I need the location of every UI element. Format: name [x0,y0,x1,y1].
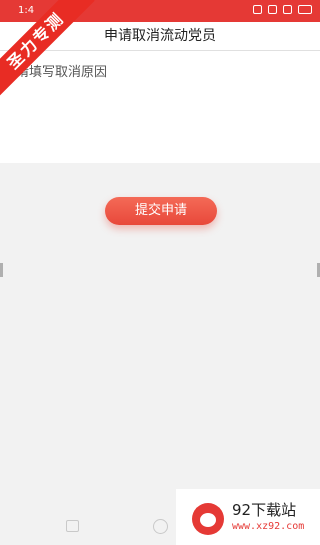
app-screen: 1:4 申请取消流动党员 提交申请 圣力专测 92下载站 www.xz92.co… [0,0,320,545]
status-time: 1:4 [18,5,35,16]
image-icon [253,5,262,14]
wifi-icon [283,5,292,14]
site-watermark: 92下载站 www.xz92.com [176,489,320,545]
reason-section [0,51,320,163]
home-icon[interactable] [153,519,168,534]
watermark-url: www.xz92.com [232,521,305,532]
battery-icon [298,5,312,14]
mascot-logo-icon [192,503,224,535]
mascot-face [200,513,216,527]
watermark-name: 92下载站 [232,501,297,519]
cancel-reason-input[interactable] [12,57,308,157]
alarm-icon [268,5,277,14]
recent-apps-icon[interactable] [66,520,79,532]
status-icons [253,5,312,14]
side-edge-mark [0,263,3,277]
submit-application-button[interactable]: 提交申请 [105,197,217,225]
